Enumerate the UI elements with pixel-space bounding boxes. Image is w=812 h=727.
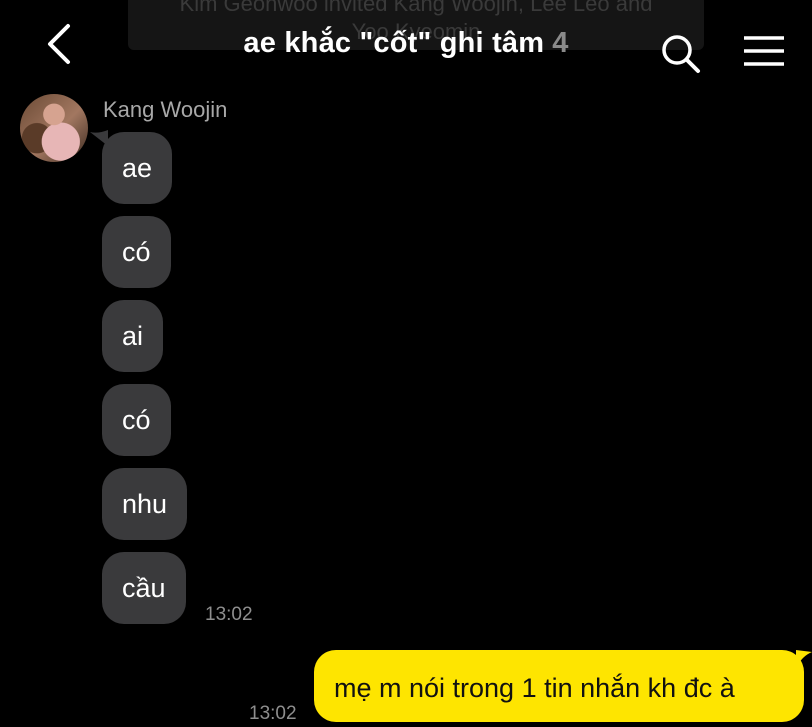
chat-title-text: ae khắc "cốt" ghi tâm — [243, 27, 545, 59]
member-count: 4 — [552, 27, 569, 59]
chat-header: ae khắc "cốt" ghi tâm 4 — [0, 0, 812, 90]
message-bubble[interactable]: nhu — [102, 468, 188, 540]
message-bubble[interactable]: có — [102, 216, 171, 288]
message-bubble[interactable]: cầu — [102, 552, 186, 624]
message-bubble[interactable]: ai — [102, 300, 164, 372]
menu-icon[interactable] — [742, 35, 786, 67]
message-bubble[interactable]: ae — [102, 132, 173, 204]
message-bubble[interactable]: có — [102, 384, 171, 456]
bubble-tail — [796, 650, 812, 668]
message-timestamp: 13:02 — [205, 604, 253, 625]
message-timestamp: 13:02 — [249, 703, 297, 724]
outgoing-message-bubble[interactable]: mẹ m nói trong 1 tin nhắn kh đc à — [314, 650, 804, 722]
sender-name[interactable]: Kang Woojin — [103, 97, 227, 123]
avatar[interactable] — [20, 94, 88, 162]
search-icon[interactable] — [660, 34, 702, 74]
